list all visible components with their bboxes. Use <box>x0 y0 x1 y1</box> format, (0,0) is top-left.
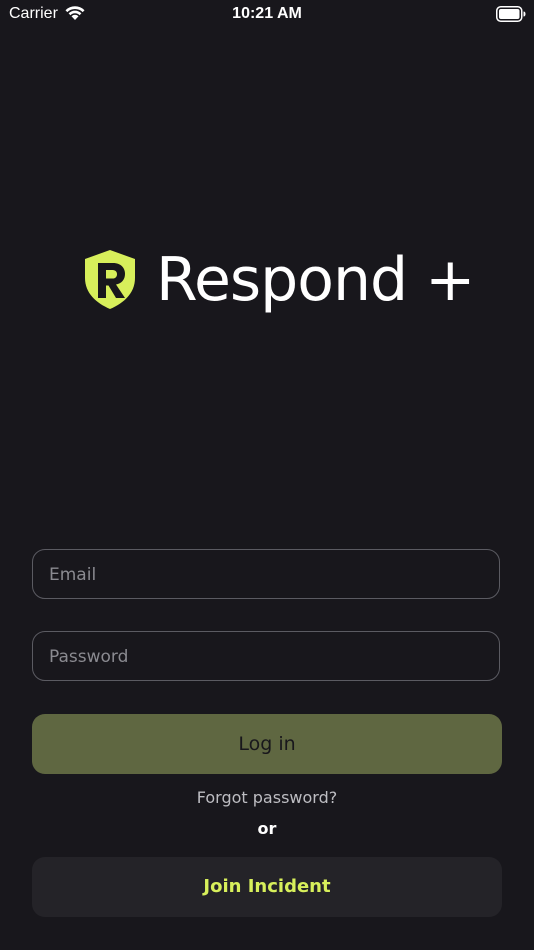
email-field[interactable] <box>32 549 500 599</box>
status-time: 10:21 AM <box>232 5 302 22</box>
forgot-password-link[interactable]: Forgot password? <box>0 788 534 807</box>
or-divider-text: or <box>257 819 277 838</box>
status-bar: Carrier 10:21 AM <box>0 0 534 30</box>
password-field[interactable] <box>32 631 500 681</box>
email-input[interactable] <box>47 550 491 599</box>
join-incident-button[interactable]: Join Incident <box>32 857 502 917</box>
app-logo: Respond + <box>0 244 534 324</box>
battery-full-icon <box>496 6 526 22</box>
shield-r-icon <box>85 250 135 309</box>
login-button[interactable]: Log in <box>32 714 502 774</box>
app-name: Respond + <box>156 245 475 315</box>
password-input[interactable] <box>47 632 491 681</box>
